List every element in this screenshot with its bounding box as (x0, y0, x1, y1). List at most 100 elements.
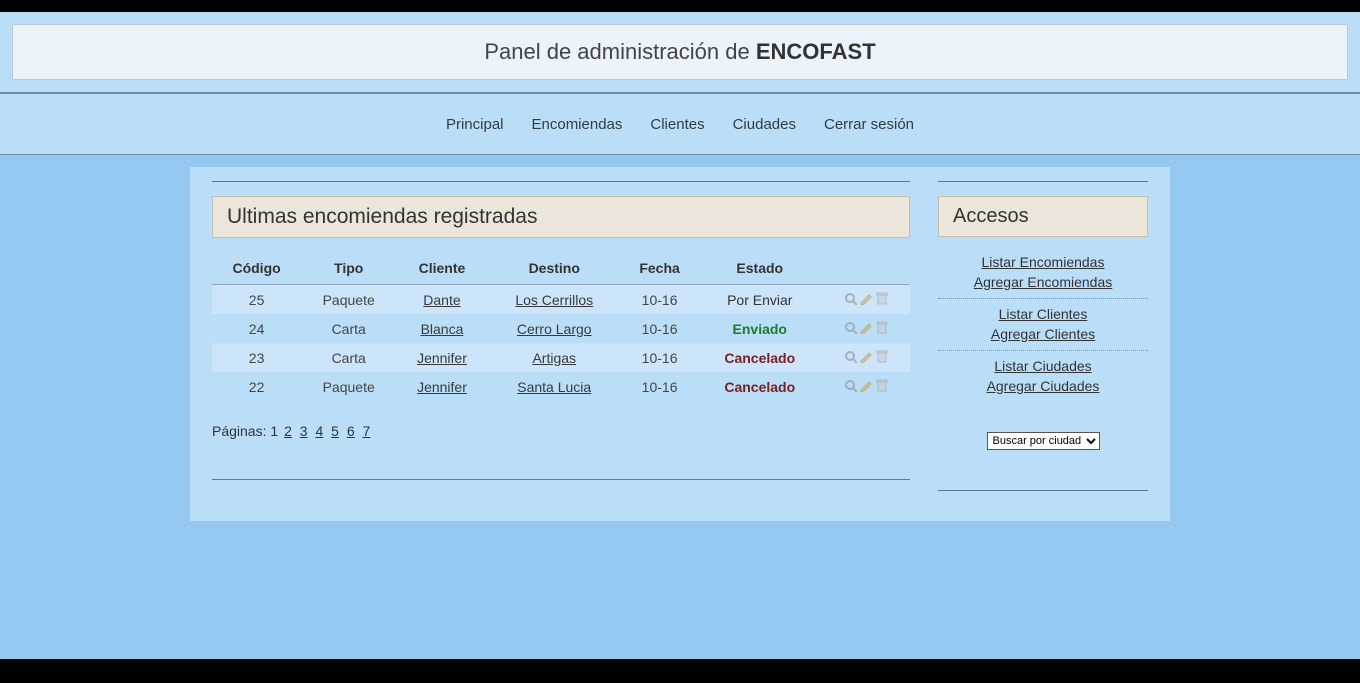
main-column: Ultimas encomiendas registradas CódigoTi… (212, 181, 910, 491)
cell-cliente: Blanca (396, 314, 488, 343)
page-link[interactable]: 7 (363, 423, 371, 439)
nav-item-0[interactable]: Principal (446, 116, 504, 133)
destination-link[interactable]: Santa Lucia (517, 379, 591, 395)
cell-actions (821, 314, 910, 343)
table-row: 24Carta Blanca Cerro Largo 10-16Enviado (212, 314, 910, 343)
cell-destino: Los Cerrillos (488, 285, 621, 315)
page-title: Panel de administración de ENCOFAST (12, 24, 1348, 80)
page-link[interactable]: 3 (300, 423, 308, 439)
page-link[interactable]: 4 (315, 423, 323, 439)
divider (938, 490, 1148, 491)
title-brand: ENCOFAST (756, 39, 876, 64)
cell-estado: Enviado (698, 314, 821, 343)
column-header: Destino (488, 252, 621, 285)
client-link[interactable]: Jennifer (417, 350, 467, 366)
cell-estado: Por Enviar (698, 285, 821, 315)
cell-fecha: 10-16 (621, 285, 699, 315)
cell-fecha: 10-16 (621, 343, 699, 372)
city-search-wrap: Buscar por ciudad (938, 431, 1148, 450)
column-header: Tipo (301, 252, 396, 285)
pagination: Páginas: 1 2 3 4 5 6 7 (212, 423, 910, 439)
sidebar-title: Accesos (938, 196, 1148, 237)
destination-link[interactable]: Artigas (532, 350, 576, 366)
page-current: 1 (270, 423, 278, 439)
cell-destino: Santa Lucia (488, 372, 621, 401)
page-link[interactable]: 5 (331, 423, 339, 439)
divider (212, 181, 910, 182)
cell-cliente: Jennifer (396, 372, 488, 401)
cell-codigo: 23 (212, 343, 301, 372)
edit-icon[interactable] (859, 378, 873, 392)
cell-tipo: Paquete (301, 285, 396, 315)
column-header: Estado (698, 252, 821, 285)
client-link[interactable]: Jennifer (417, 379, 467, 395)
table-row: 23CartaJenniferArtigas10-16Cancelado (212, 343, 910, 372)
client-link[interactable]: Dante (423, 292, 460, 308)
cell-actions (821, 343, 910, 372)
divider (938, 181, 1148, 182)
header: Panel de administración de ENCOFAST (0, 12, 1360, 94)
cell-destino: Cerro Largo (488, 314, 621, 343)
view-icon[interactable] (843, 349, 857, 363)
title-prefix: Panel de administración de (484, 39, 756, 64)
destination-link[interactable]: Los Cerrillos (515, 292, 593, 308)
destination-link[interactable]: Cerro Largo (517, 321, 592, 337)
page-link[interactable]: 6 (347, 423, 355, 439)
cell-fecha: 10-16 (621, 372, 699, 401)
edit-icon[interactable] (859, 320, 873, 334)
cell-fecha: 10-16 (621, 314, 699, 343)
client-link[interactable]: Blanca (421, 321, 464, 337)
cell-codigo: 22 (212, 372, 301, 401)
delete-icon[interactable] (875, 320, 889, 334)
content: Ultimas encomiendas registradas CódigoTi… (190, 167, 1170, 521)
pagination-label: Páginas: (212, 423, 266, 439)
nav-item-1[interactable]: Encomiendas (532, 116, 623, 133)
page-link[interactable]: 2 (284, 423, 292, 439)
cell-estado: Cancelado (698, 372, 821, 401)
sidebar-link[interactable]: Listar Encomiendas (938, 253, 1148, 273)
table-row: 22Paquete Jennifer Santa Lucia 10-16Cancela… (212, 372, 910, 401)
cell-cliente: Jennifer (396, 343, 488, 372)
sidebar-link[interactable]: Listar Clientes (938, 305, 1148, 325)
sidebar-link[interactable]: Listar Ciudades (938, 357, 1148, 377)
nav-item-4[interactable]: Cerrar sesión (824, 116, 914, 133)
nav-item-3[interactable]: Ciudades (733, 116, 796, 133)
sidebar-group: Listar EncomiendasAgregar Encomiendas (938, 247, 1148, 299)
section-title: Ultimas encomiendas registradas (212, 196, 910, 238)
sidebar: Accesos Listar EncomiendasAgregar Encomi… (938, 181, 1148, 491)
sidebar-group: Listar ClientesAgregar Clientes (938, 299, 1148, 351)
cell-tipo: Paquete (301, 372, 396, 401)
cell-cliente: Dante (396, 285, 488, 315)
sidebar-link[interactable]: Agregar Ciudades (938, 377, 1148, 397)
bottom-black-bar (0, 659, 1360, 683)
main-nav: Principal Encomiendas Clientes Ciudades Cerr… (0, 94, 1360, 155)
cell-tipo: Carta (301, 343, 396, 372)
view-icon[interactable] (843, 320, 857, 334)
edit-icon[interactable] (859, 349, 873, 363)
nav-item-2[interactable]: Clientes (650, 116, 704, 133)
sidebar-links: Listar EncomiendasAgregar EncomiendasLis… (938, 237, 1148, 413)
view-icon[interactable] (843, 291, 857, 305)
delete-icon[interactable] (875, 291, 889, 305)
top-black-bar (0, 0, 1360, 12)
column-header-actions (821, 252, 910, 285)
cell-destino: Artigas (488, 343, 621, 372)
sidebar-link[interactable]: Agregar Clientes (938, 325, 1148, 345)
column-header: Cliente (396, 252, 488, 285)
table-row: 25Paquete Dante Los Cerrillos 10-16Por Envi… (212, 285, 910, 315)
edit-icon[interactable] (859, 291, 873, 305)
delete-icon[interactable] (875, 378, 889, 392)
city-search-select[interactable]: Buscar por ciudad (987, 432, 1100, 450)
sidebar-group: Listar CiudadesAgregar Ciudades (938, 351, 1148, 402)
cell-tipo: Carta (301, 314, 396, 343)
delete-icon[interactable] (875, 349, 889, 363)
cell-codigo: 25 (212, 285, 301, 315)
shipments-table: CódigoTipoClienteDestinoFechaEstado 25Pa… (212, 252, 910, 401)
column-header: Fecha (621, 252, 699, 285)
cell-codigo: 24 (212, 314, 301, 343)
cell-actions (821, 285, 910, 315)
divider (212, 479, 910, 480)
sidebar-link[interactable]: Agregar Encomiendas (938, 273, 1148, 293)
cell-actions (821, 372, 910, 401)
view-icon[interactable] (843, 378, 857, 392)
